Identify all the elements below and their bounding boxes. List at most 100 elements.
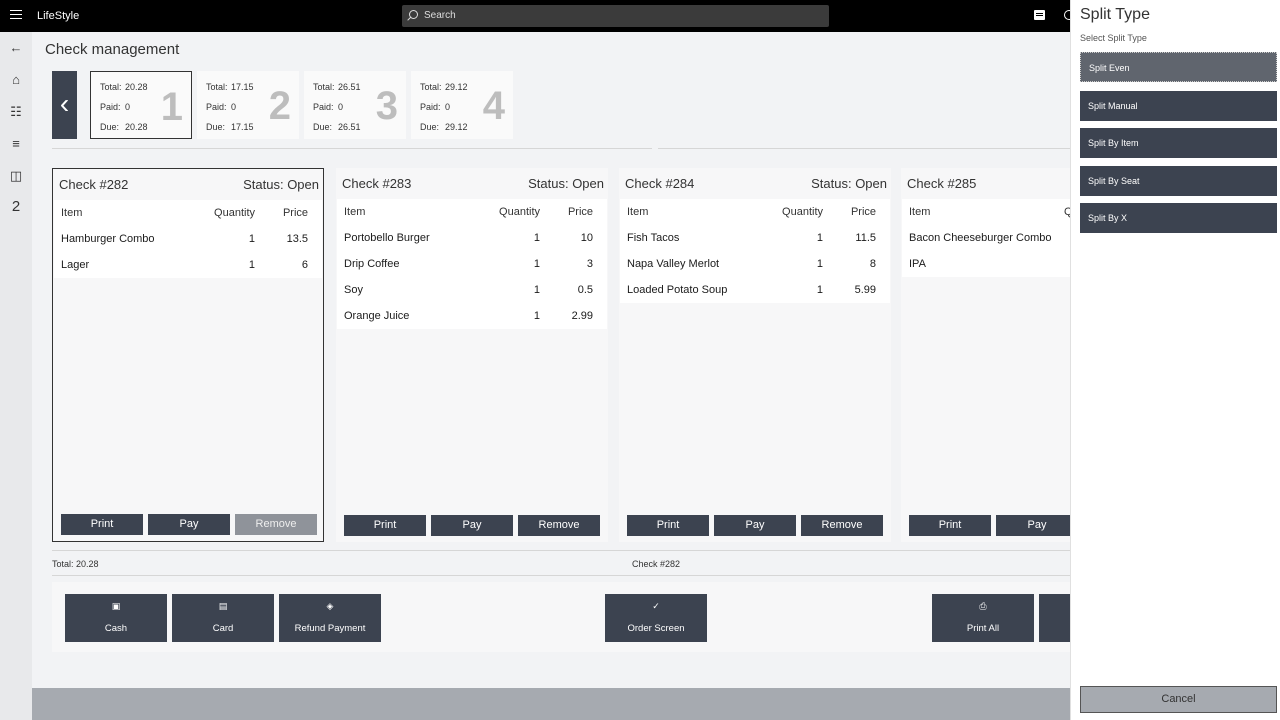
split-manual-option[interactable]: Split Manual — [1080, 91, 1277, 121]
products-icon[interactable]: ☷ — [9, 105, 23, 119]
printer-icon: ⎙ — [979, 601, 987, 611]
check-header: Check #285 — [907, 176, 1070, 194]
divider — [52, 550, 1070, 551]
check-tile-2[interactable]: Total: 17.15 Paid: 0 Due: 17.15 2 — [197, 71, 299, 139]
tile-total-value: 20.28 — [125, 82, 148, 92]
order-screen-button[interactable]: ✓ Order Screen — [605, 594, 707, 642]
tile-total-label: Total: — [313, 82, 335, 92]
cancel-button[interactable]: Cancel — [1080, 686, 1277, 713]
check-status: Status: Open — [528, 176, 604, 191]
check-status: Status: Open — [243, 177, 319, 192]
check-card-282[interactable]: Check #282 Status: Open Item Quantity Pr… — [52, 168, 324, 542]
list-item[interactable]: Bacon Cheeseburger Combo — [902, 225, 1070, 251]
split-type-panel: Split Type Select Split Type Split Even … — [1070, 0, 1280, 720]
item-name: Bacon Cheeseburger Combo — [909, 232, 1052, 244]
remove-button[interactable]: Remove — [518, 515, 600, 536]
list-item[interactable]: IPA — [902, 251, 1070, 277]
list-item[interactable]: Napa Valley Merlot 1 8 — [620, 251, 890, 277]
item-qty: 1 — [816, 258, 823, 270]
print-all-label: Print All — [966, 623, 1000, 634]
item-name: Loaded Potato Soup — [627, 284, 728, 296]
check-tile-1[interactable]: Total: 20.28 Paid: 0 Due: 20.28 1 — [90, 71, 192, 139]
tile-due-label: Due: — [100, 122, 120, 132]
cash-icon: ▣ — [111, 601, 121, 611]
order-screen-label: Order Screen — [627, 623, 685, 634]
item-list: Bacon Cheeseburger Combo IPA — [902, 225, 1070, 277]
tile-number: 4 — [482, 84, 505, 128]
item-list: Hamburger Combo 1 13.5 Lager 1 6 — [54, 226, 322, 278]
refund-payment-button[interactable]: ◈ Refund Payment — [279, 594, 381, 642]
tile-paid-value: 0 — [125, 102, 131, 112]
item-qty: 1 — [816, 232, 823, 244]
list-item[interactable]: Loaded Potato Soup 1 5.99 — [620, 277, 890, 303]
pay-button[interactable]: Pay — [148, 514, 230, 535]
search-icon — [409, 10, 418, 19]
tile-due-label: Due: — [420, 122, 440, 132]
check-number: Check #284 — [625, 176, 695, 191]
item-qty: 1 — [533, 310, 540, 322]
check-card-284[interactable]: Check #284 Status: Open Item Quantity Pr… — [619, 168, 891, 542]
print-all-button[interactable]: ⎙ Print All — [932, 594, 1034, 642]
print-button[interactable]: Print — [61, 514, 143, 535]
check-header: Check #282 Status: Open — [59, 177, 319, 195]
remove-button[interactable]: Remove — [801, 515, 883, 536]
list-item[interactable]: Portobello Burger 1 10 — [337, 225, 607, 251]
split-by-item-option[interactable]: Split By Item — [1080, 128, 1277, 158]
col-quantity: Quantity — [499, 206, 540, 218]
split-by-seat-option[interactable]: Split By Seat — [1080, 166, 1277, 196]
print-button[interactable]: Print — [627, 515, 709, 536]
check-tile-3[interactable]: Total: 26.51 Paid: 0 Due: 26.51 3 — [304, 71, 406, 139]
tile-due-label: Due: — [313, 122, 333, 132]
print-button[interactable]: Print — [344, 515, 426, 536]
item-price: 2.99 — [571, 310, 593, 322]
split-even-option[interactable]: Split Even — [1080, 52, 1277, 82]
rail-number[interactable]: 2 — [9, 199, 23, 214]
check-tile-4[interactable]: Total: 29.12 Paid: 0 Due: 29.12 4 — [411, 71, 513, 139]
tile-paid-label: Paid: — [420, 102, 441, 112]
hamburger-menu-icon[interactable] — [10, 10, 22, 20]
list-item[interactable]: Soy 1 0.5 — [337, 277, 607, 303]
list-item[interactable]: Hamburger Combo 1 13.5 — [54, 226, 322, 252]
tile-paid-label: Paid: — [206, 102, 227, 112]
item-qty: 1 — [533, 258, 540, 270]
col-item: Item — [344, 206, 366, 218]
tile-total-value: 29.12 — [445, 82, 468, 92]
message-icon[interactable] — [1034, 10, 1045, 20]
print-button[interactable]: Print — [909, 515, 991, 536]
split-by-x-option[interactable]: Split By X — [1080, 203, 1277, 233]
column-headers: Item Quantity Price — [902, 199, 1070, 225]
check-card-285[interactable]: Check #285 Item Quantity Price Bacon Che… — [901, 168, 1070, 542]
col-item: Item — [627, 206, 649, 218]
home-icon[interactable]: ⌂ — [9, 73, 23, 87]
tile-total-label: Total: — [420, 82, 442, 92]
check-actions: Print Pay Remove — [61, 514, 317, 535]
column-headers: Item Quantity Price — [620, 199, 890, 225]
card-button[interactable]: ▤ Card — [172, 594, 274, 642]
top-bar: LifeStyle Search — [0, 0, 1070, 32]
search-input[interactable]: Search — [402, 5, 829, 27]
item-name: Lager — [61, 259, 90, 271]
list-item[interactable]: Lager 1 6 — [54, 252, 322, 278]
pay-button[interactable]: Pay — [996, 515, 1070, 536]
back-arrow-icon[interactable]: ← — [9, 41, 23, 55]
bag-icon[interactable]: ◫ — [9, 169, 23, 183]
tile-number: 2 — [268, 84, 291, 128]
tile-total-label: Total: — [206, 82, 228, 92]
pay-button[interactable]: Pay — [431, 515, 513, 536]
list-icon[interactable]: ≡ — [9, 137, 23, 151]
cash-button[interactable]: ▣ Cash — [65, 594, 167, 642]
previous-checks-button[interactable]: ‹ — [52, 71, 77, 139]
list-item[interactable]: Orange Juice 1 2.99 — [337, 303, 607, 329]
list-item[interactable]: Drip Coffee 1 3 — [337, 251, 607, 277]
check-card-283[interactable]: Check #283 Status: Open Item Quantity Pr… — [336, 168, 608, 542]
item-name: IPA — [909, 258, 926, 270]
tile-due-value: 29.12 — [445, 122, 468, 132]
pay-button[interactable]: Pay — [714, 515, 796, 536]
col-item: Item — [61, 207, 83, 219]
remove-button[interactable]: Remove — [235, 514, 317, 535]
search-placeholder: Search — [424, 10, 456, 21]
list-item[interactable]: Fish Tacos 1 11.5 — [620, 225, 890, 251]
tile-paid-label: Paid: — [100, 102, 121, 112]
more-button[interactable] — [1039, 594, 1070, 642]
check-header: Check #283 Status: Open — [342, 176, 604, 194]
